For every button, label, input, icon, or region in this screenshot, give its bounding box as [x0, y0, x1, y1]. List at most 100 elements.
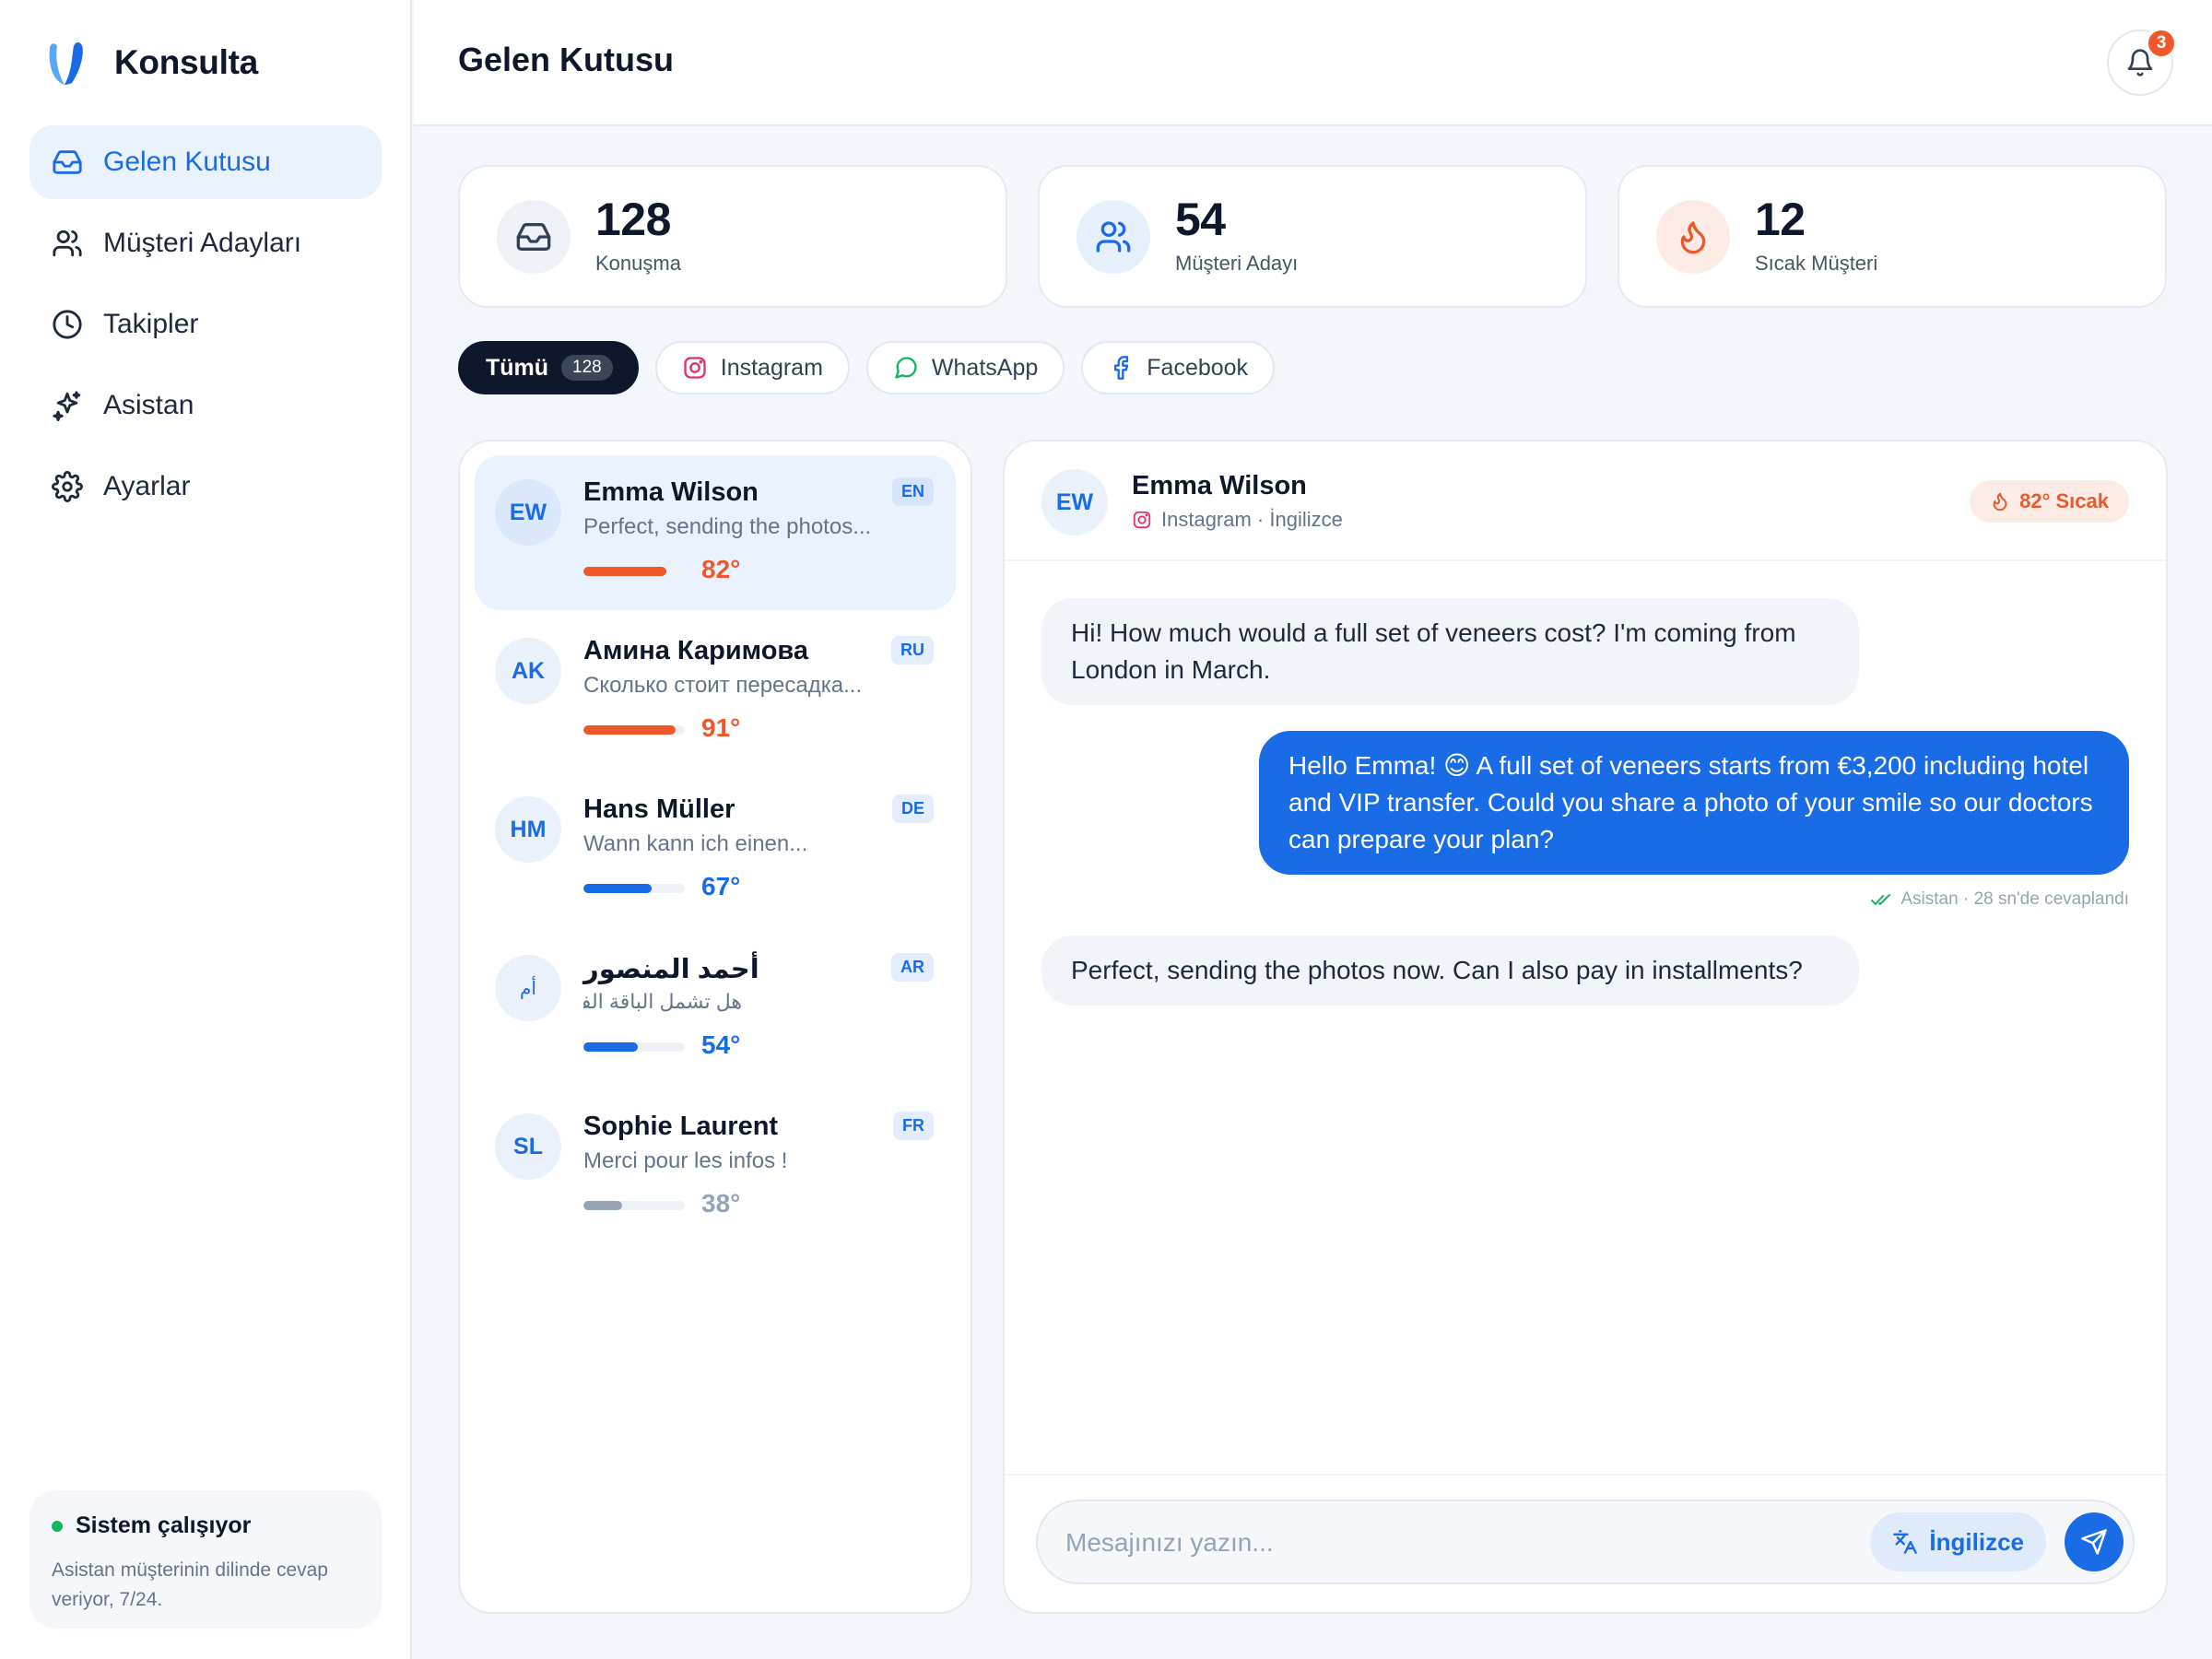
conversation-preview: Merci pour les infos !	[583, 1148, 788, 1173]
heat-bar	[583, 725, 685, 735]
sidebar-item-label: Asistan	[103, 390, 194, 420]
message-incoming: Perfect, sending the photos now. Can I a…	[1041, 935, 1859, 1006]
conversation-item[interactable]: أم أحمد المنصور هل تشمل الباقة الفندق؟ A…	[475, 931, 956, 1086]
language-tag: FR	[893, 1112, 934, 1140]
filter-whatsapp[interactable]: WhatsApp	[865, 341, 1065, 394]
heat-bar	[583, 567, 685, 576]
stat-label: Müşteri Adayı	[1175, 252, 1299, 275]
conversation-name: Амина Каримова	[583, 636, 809, 665]
stat-icon-wrap	[1656, 200, 1730, 274]
heat-bar	[583, 1201, 685, 1210]
avatar: أم	[495, 955, 561, 1021]
chat-header: EW Emma Wilson Instagram · İngilizce 82°…	[1005, 441, 2166, 561]
language-button-label: İngilizce	[1929, 1527, 2024, 1556]
sidebar-item-leads[interactable]: Müşteri Adayları	[29, 206, 382, 280]
filter-facebook[interactable]: Facebook	[1081, 341, 1276, 394]
conversation-item[interactable]: EW Emma Wilson Perfect, sending the phot…	[475, 455, 956, 610]
facebook-icon	[1114, 356, 1129, 380]
sidebar: Konsulta Gelen Kutusu Müşteri Adayları T…	[0, 0, 412, 1659]
avatar: HM	[495, 796, 561, 863]
sidebar-item-label: Müşteri Adayları	[103, 228, 302, 258]
filter-instagram[interactable]: Instagram	[654, 341, 850, 394]
message-meta: Asistan · 28 sn'de cevaplandı	[1871, 889, 2129, 910]
chat-contact-subtitle: Instagram · İngilizce	[1132, 508, 1343, 532]
heat-value: 38°	[701, 1189, 741, 1218]
conversation-list: EW Emma Wilson Perfect, sending the phot…	[458, 440, 972, 1614]
sidebar-item-label: Gelen Kutusu	[103, 147, 271, 177]
heat-value: 67°	[701, 872, 741, 900]
heat-status-badge: 82° Sıcak	[1970, 480, 2129, 523]
heat-label: 82° Sıcak	[2019, 489, 2109, 512]
heat-value: 91°	[701, 713, 741, 742]
topbar: Gelen Kutusu 3	[414, 0, 2212, 126]
message-incoming: Hi! How much would a full set of veneers…	[1041, 598, 1859, 705]
translate-language-button[interactable]: İngilizce	[1870, 1512, 2046, 1571]
chat-contact-name: Emma Wilson	[1132, 471, 1307, 500]
status-dot-icon	[52, 1520, 63, 1532]
conversation-item[interactable]: AK Амина Каримова Сколько стоит пересадк…	[475, 614, 956, 769]
conversation-preview: Perfect, sending the photos...	[583, 514, 872, 539]
conversation-preview: Сколько стоит пересадка...	[583, 673, 863, 698]
whatsapp-icon	[895, 357, 917, 379]
clock-icon	[53, 310, 82, 339]
system-status-title: Sistem çalışıyor	[52, 1512, 359, 1539]
sidebar-item-label: Takipler	[103, 309, 199, 339]
stat-card-hot: 12 Sıcak Müşteri	[1618, 165, 2167, 308]
status-title-text: Sistem çalışıyor	[76, 1512, 252, 1538]
conversation-preview: هل تشمل الباقة الفندق؟	[583, 990, 742, 1013]
sidebar-item-followups[interactable]: Takipler	[29, 288, 382, 361]
users-icon	[1096, 221, 1131, 253]
heat-bar-fill	[583, 725, 677, 735]
translate-icon	[1893, 1530, 1918, 1554]
conversation-name: Sophie Laurent	[583, 1112, 779, 1141]
flame-icon	[1993, 492, 2007, 512]
heat-bar-fill	[583, 884, 652, 893]
heat-bar-fill	[583, 567, 667, 576]
conversation-item[interactable]: SL Sophie Laurent Merci pour les infos !…	[475, 1089, 956, 1244]
stat-label: Konuşma	[595, 252, 681, 275]
message-outgoing: Hello Emma! 😊 A full set of veneers star…	[1259, 731, 2129, 875]
heat-bar-fill	[583, 1042, 639, 1052]
sidebar-item-inbox[interactable]: Gelen Kutusu	[29, 125, 382, 199]
chat-subtitle-text: Instagram · İngilizce	[1161, 508, 1343, 531]
sidebar-item-assistant[interactable]: Asistan	[29, 369, 382, 442]
message-composer: İngilizce	[1036, 1500, 2135, 1584]
filter-label: Tümü	[486, 354, 549, 381]
notifications-button[interactable]: 3	[2107, 28, 2177, 96]
chat-panel: EW Emma Wilson Instagram · İngilizce 82°…	[1003, 440, 2168, 1614]
filter-label: Facebook	[1147, 354, 1249, 381]
heat-bar	[583, 1042, 685, 1052]
sidebar-item-label: Ayarlar	[103, 471, 191, 501]
stat-card-conversations: 128 Konuşma	[458, 165, 1007, 308]
conversation-item[interactable]: HM Hans Müller Wann kann ich einen... DE…	[475, 772, 956, 927]
channel-filters: Tümü 128 Instagram WhatsApp Facebook	[458, 341, 1276, 394]
filter-all[interactable]: Tümü 128	[458, 341, 639, 394]
inbox-icon	[516, 223, 551, 251]
sparkles-icon	[53, 391, 81, 421]
brand[interactable]: Konsulta	[44, 37, 258, 88]
system-status-card: Sistem çalışıyor Asistan müşterinin dili…	[29, 1490, 382, 1629]
page-title: Gelen Kutusu	[458, 41, 675, 78]
stat-icon-wrap	[497, 200, 571, 274]
stat-icon-wrap	[1077, 200, 1150, 274]
heat-value: 82°	[701, 555, 741, 583]
language-tag: EN	[891, 477, 934, 506]
conversation-name: Hans Müller	[583, 794, 735, 824]
users-icon	[53, 229, 82, 257]
reply-meta-text: Asistan · 28 sn'de cevaplandı	[1900, 889, 2129, 909]
gear-icon	[52, 471, 83, 502]
send-button[interactable]	[2065, 1512, 2124, 1571]
message-input[interactable]	[1065, 1520, 1858, 1566]
language-tag: AR	[891, 953, 934, 982]
conversation-name: Emma Wilson	[583, 477, 759, 507]
avatar: EW	[495, 479, 561, 546]
language-tag: RU	[891, 636, 934, 665]
heat-bar-fill	[583, 1201, 622, 1210]
konsulta-logo-icon	[49, 41, 83, 85]
sidebar-item-settings[interactable]: Ayarlar	[29, 450, 382, 524]
inbox-icon	[53, 150, 82, 174]
stat-label: Sıcak Müşteri	[1755, 252, 1878, 275]
filter-label: Instagram	[720, 354, 823, 381]
composer-divider	[1005, 1474, 2166, 1476]
avatar: EW	[1041, 469, 1108, 535]
